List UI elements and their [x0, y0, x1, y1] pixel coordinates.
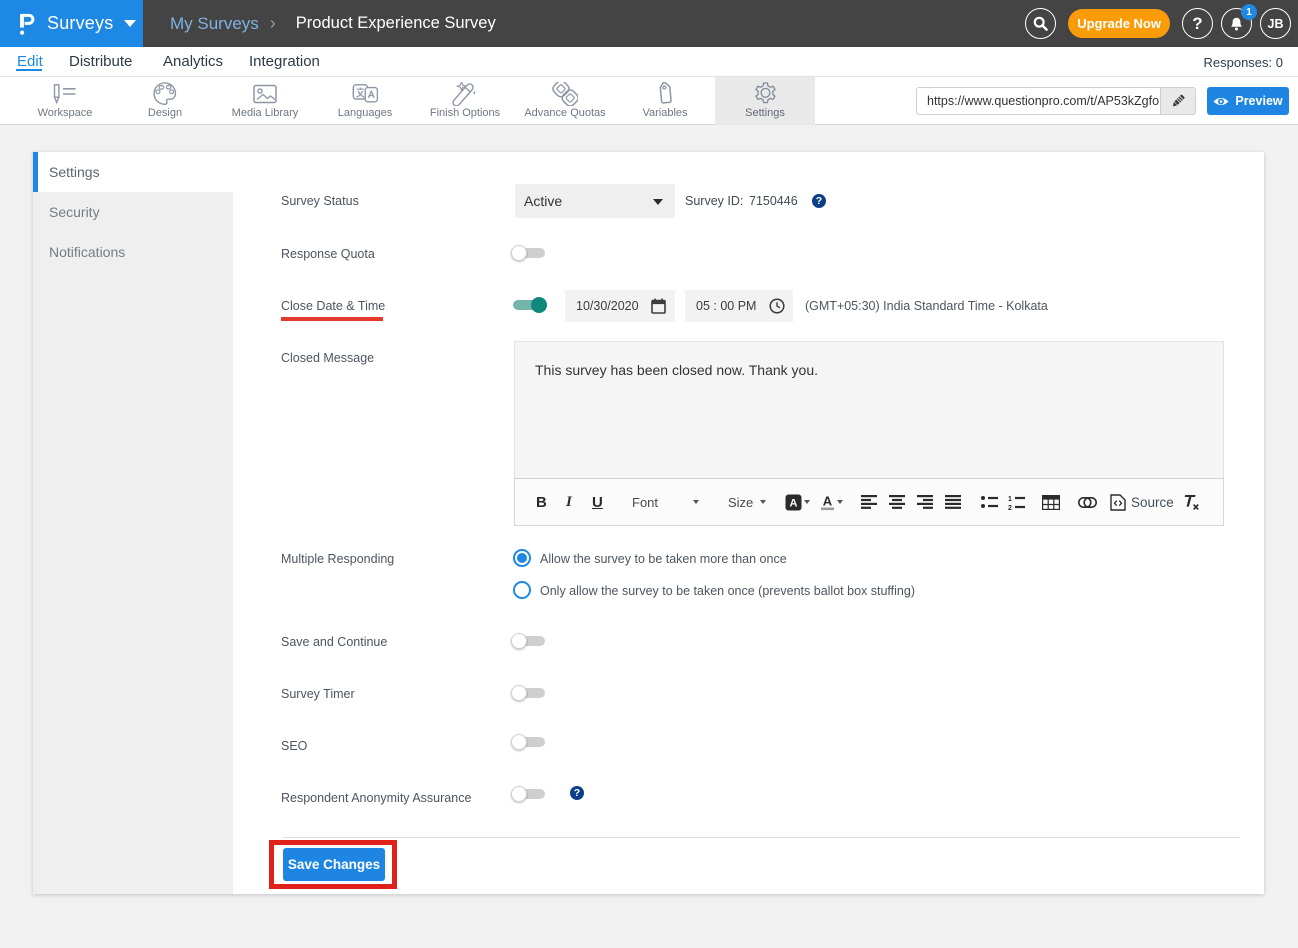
svg-text:A: A [790, 497, 798, 509]
svg-text:A: A [823, 494, 833, 509]
svg-text:2: 2 [1008, 505, 1012, 510]
svg-text:1: 1 [1008, 496, 1012, 503]
